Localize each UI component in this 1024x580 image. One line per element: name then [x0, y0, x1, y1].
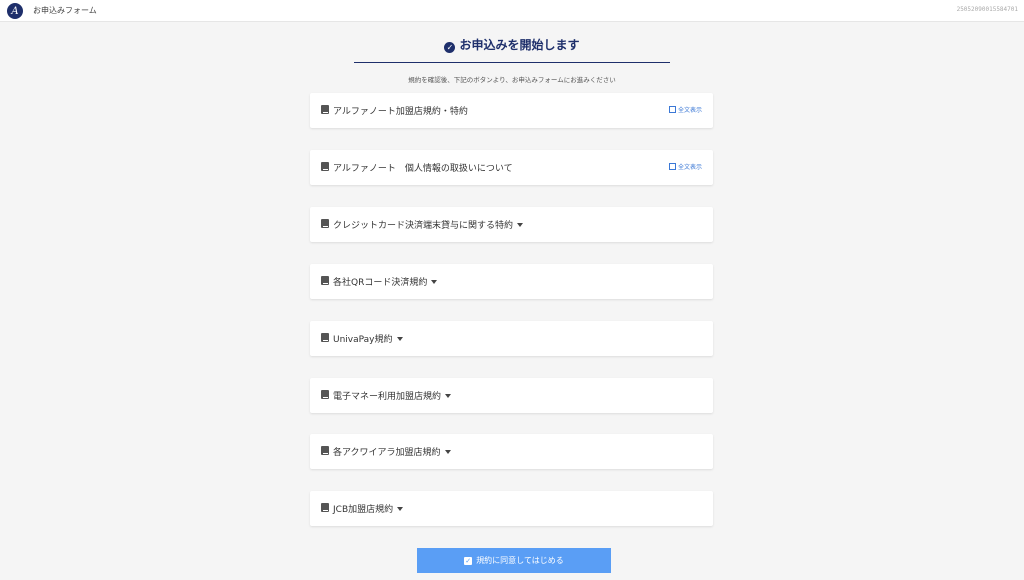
page-title: ✓ お申込みを開始します	[0, 36, 1024, 53]
terms-card-alphanote: アルファノート加盟店規約・特約 全文表示	[310, 93, 713, 128]
view-full-text-link[interactable]: 全文表示	[668, 162, 702, 171]
title-divider	[354, 62, 670, 63]
terms-card-qr[interactable]: 各社QRコード決済規約	[310, 264, 713, 299]
book-icon	[321, 503, 329, 512]
terms-card-univapay[interactable]: UnivaPay規約	[310, 321, 713, 356]
caret-down-icon	[444, 450, 451, 454]
book-icon	[321, 276, 329, 285]
checkbox-checked-icon: ✓	[464, 556, 473, 565]
app-title: お申込みフォーム	[33, 6, 97, 15]
terms-card-emoney[interactable]: 電子マネー利用加盟店規約	[310, 378, 713, 413]
agree-button-label: 規約に同意してはじめる	[476, 556, 564, 565]
caret-down-icon	[445, 394, 452, 398]
terms-title: クレジットカード決済端末貸与に関する特約	[333, 218, 524, 231]
brand-logo: A	[7, 3, 23, 19]
caret-down-icon	[396, 337, 403, 341]
terms-card-acquirer[interactable]: 各アクワイアラ加盟店規約	[310, 434, 713, 469]
top-bar: A お申込みフォーム 25052090015584701	[0, 0, 1024, 22]
session-id: 25052090015584701	[956, 6, 1018, 13]
terms-title: UnivaPay規約	[333, 332, 403, 345]
terms-title: 各アクワイアラ加盟店規約	[333, 445, 451, 458]
terms-title: アルファノート 個人情報の取扱いについて	[333, 164, 513, 174]
terms-card-jcb[interactable]: JCB加盟店規約	[310, 491, 713, 526]
terms-title: アルファノート加盟店規約・特約	[333, 107, 468, 117]
terms-title: JCB加盟店規約	[333, 502, 404, 515]
check-circle-icon: ✓	[444, 42, 456, 53]
terms-card-privacy: アルファノート 個人情報の取扱いについて 全文表示	[310, 150, 713, 185]
caret-down-icon	[397, 507, 404, 511]
book-icon	[321, 219, 329, 228]
terms-card-credit-terminal[interactable]: クレジットカード決済端末貸与に関する特約	[310, 207, 713, 242]
caret-down-icon	[431, 280, 438, 284]
instruction-text: 規約を確認後、下記のボタンより、お申込みフォームにお進みください	[408, 76, 616, 84]
caret-down-icon	[517, 223, 524, 227]
book-icon	[321, 162, 329, 171]
terms-title: 各社QRコード決済規約	[333, 275, 438, 288]
terms-title: 電子マネー利用加盟店規約	[333, 389, 452, 402]
book-icon	[321, 390, 329, 399]
book-icon	[321, 446, 329, 455]
external-link-icon	[668, 106, 676, 113]
book-icon	[321, 105, 329, 114]
view-full-text-link[interactable]: 全文表示	[668, 105, 702, 114]
agree-and-start-button[interactable]: ✓ 規約に同意してはじめる	[417, 548, 611, 573]
page-title-text: お申込みを開始します	[459, 38, 580, 52]
book-icon	[321, 333, 329, 342]
external-link-icon	[668, 163, 676, 170]
